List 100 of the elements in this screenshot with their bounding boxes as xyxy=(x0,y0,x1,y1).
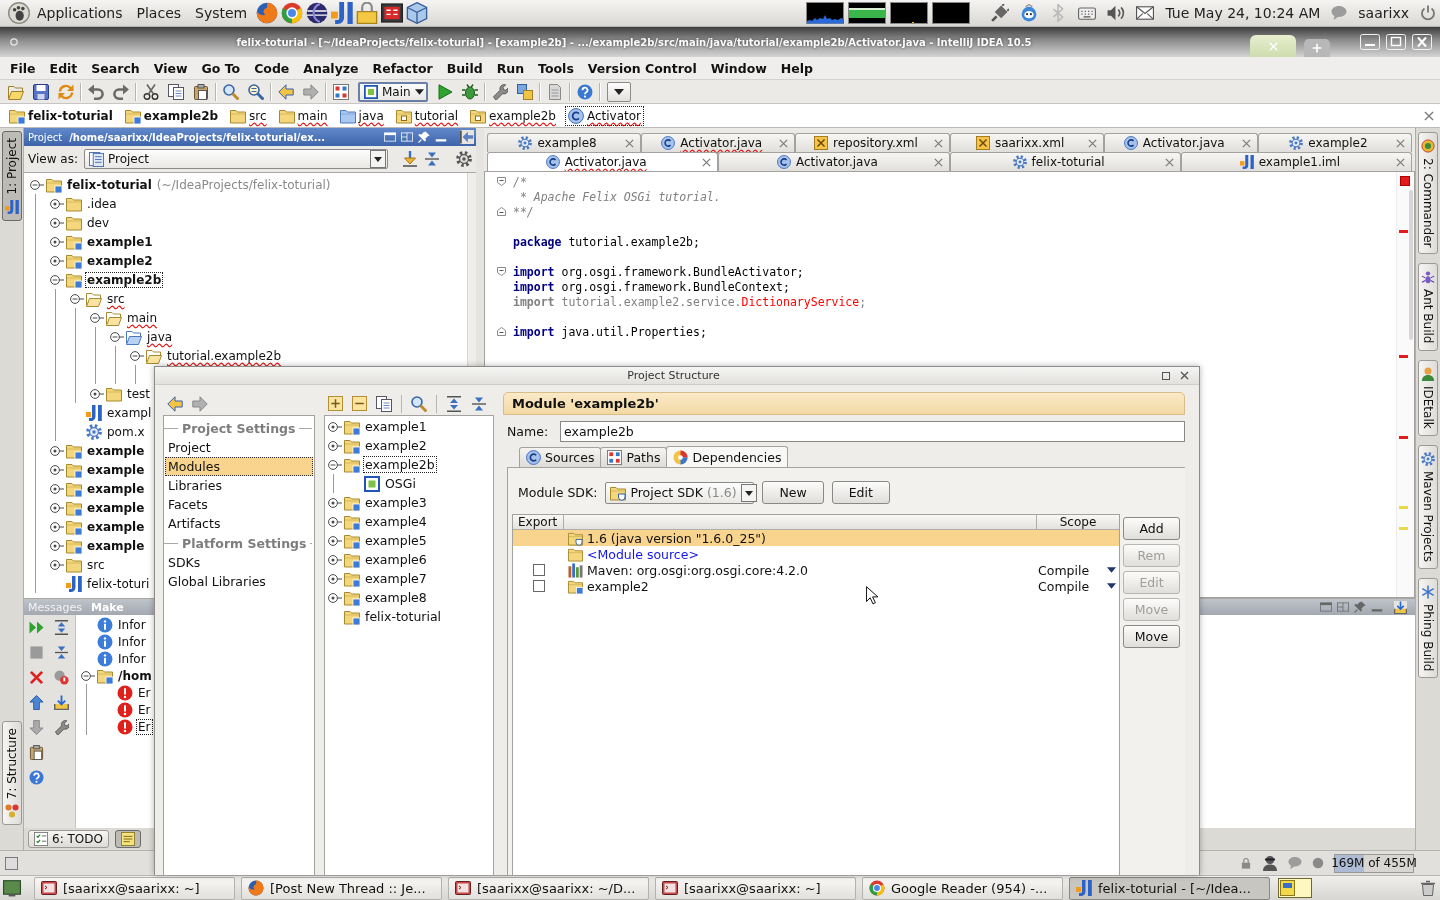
tree-item[interactable]: src xyxy=(86,557,106,572)
clipboard-icon[interactable] xyxy=(29,745,44,760)
tree-toggle-icon[interactable] xyxy=(50,255,64,266)
robot-icon[interactable] xyxy=(1020,4,1039,22)
close-icon[interactable] xyxy=(1241,138,1251,148)
tree-toggle-icon[interactable] xyxy=(50,521,64,532)
panel-menu[interactable]: System xyxy=(188,5,255,21)
tree-item[interactable]: felix-toturi xyxy=(86,576,151,591)
tree-item[interactable]: example5 xyxy=(364,533,428,548)
tree-toggle-icon[interactable] xyxy=(81,670,95,681)
tree-item[interactable]: src xyxy=(106,291,126,306)
close-icon[interactable] xyxy=(702,157,712,167)
maximize-icon[interactable] xyxy=(1162,371,1170,380)
tree-item[interactable]: example2 xyxy=(86,253,154,268)
bug-icon[interactable] xyxy=(462,83,478,100)
editor-tab[interactable]: example8 xyxy=(487,133,642,152)
breadcrumb[interactable]: java xyxy=(337,106,386,125)
undo-icon[interactable] xyxy=(88,83,104,100)
tree-toggle-icon[interactable] xyxy=(50,559,64,570)
tree-item[interactable]: example7 xyxy=(364,571,428,586)
list-item[interactable]: Project xyxy=(165,438,313,457)
tree-toggle-icon[interactable] xyxy=(328,554,342,565)
sdk-button[interactable]: New xyxy=(762,481,824,504)
square-icon[interactable] xyxy=(5,856,18,870)
tree-item[interactable]: felix-toturial xyxy=(66,177,153,192)
tree-item[interactable]: pom.x xyxy=(106,424,146,439)
menu-item[interactable]: Tools xyxy=(531,60,581,76)
taskbar-button[interactable]: felix-toturial - [~/Idea... xyxy=(1069,876,1270,900)
tree-toggle-icon[interactable] xyxy=(328,592,342,603)
tree-item[interactable]: OSGi xyxy=(384,476,417,491)
tree-item[interactable]: example4 xyxy=(364,514,428,529)
menu-item[interactable]: View xyxy=(146,60,195,76)
person-icon[interactable] xyxy=(1262,855,1278,871)
collapse-all-icon[interactable] xyxy=(54,645,69,660)
list-item[interactable]: Facets xyxy=(165,495,313,514)
tray-arrow-icon[interactable] xyxy=(54,695,69,710)
cube-icon[interactable] xyxy=(406,2,429,24)
editor-tab[interactable]: Activator.java xyxy=(1103,133,1258,152)
tree-toggle-icon[interactable] xyxy=(50,502,64,513)
collapse-all-icon[interactable] xyxy=(471,395,487,412)
tree-toggle-icon[interactable] xyxy=(50,217,64,228)
remove-icon[interactable] xyxy=(352,396,367,411)
close-icon[interactable] xyxy=(1424,110,1434,121)
close-icon[interactable] xyxy=(29,670,44,685)
trash-icon[interactable] xyxy=(1420,880,1436,896)
pin-icon[interactable] xyxy=(418,131,430,143)
message-item[interactable]: Infor xyxy=(117,634,147,649)
play-icon[interactable] xyxy=(437,83,453,100)
striped-sphere-icon[interactable] xyxy=(306,2,329,24)
document-icon[interactable] xyxy=(547,83,563,100)
j-logo-icon[interactable] xyxy=(331,2,354,24)
message-item[interactable]: Er xyxy=(137,685,152,700)
color-wheel-icon[interactable] xyxy=(281,2,304,24)
panel-menu[interactable]: Places xyxy=(129,5,189,21)
tree-item[interactable]: main xyxy=(126,310,158,325)
close-icon[interactable] xyxy=(1164,157,1174,167)
alert-badge-icon[interactable] xyxy=(54,670,69,685)
editor-tab[interactable]: Activator.java xyxy=(487,152,719,171)
tab[interactable]: Paths xyxy=(600,447,668,467)
action-button[interactable]: Move xyxy=(1123,625,1180,648)
close-icon[interactable] xyxy=(1087,138,1097,148)
clock[interactable]: Tue May 24, 10:24 AM xyxy=(1165,5,1321,21)
pin-icon[interactable] xyxy=(1354,601,1366,613)
fold-icon[interactable] xyxy=(497,327,506,336)
fold-icon[interactable] xyxy=(497,207,506,216)
tree-item[interactable]: example xyxy=(86,462,146,477)
view-as-dropdown[interactable]: Project xyxy=(83,149,388,169)
back-arrow-icon[interactable] xyxy=(278,83,294,100)
run-configuration-dropdown[interactable]: Main xyxy=(358,81,428,102)
back-arrow-icon[interactable] xyxy=(167,395,183,412)
tree-item[interactable]: example2b xyxy=(86,272,163,287)
copy-icon[interactable] xyxy=(376,395,392,412)
redo-icon[interactable] xyxy=(113,83,129,100)
checkbox[interactable] xyxy=(532,580,545,592)
tree-item[interactable]: example1 xyxy=(364,419,428,434)
foot-icon[interactable] xyxy=(8,2,30,24)
menu-item[interactable]: Search xyxy=(84,60,147,76)
menu-item[interactable]: Analyze xyxy=(296,60,366,76)
close-icon[interactable] xyxy=(1180,371,1189,380)
taskbar-button[interactable]: [saarixx@saarixx: ~] xyxy=(34,876,235,900)
menu-item[interactable]: File xyxy=(3,60,43,76)
message-item[interactable]: /hom xyxy=(117,668,153,683)
message-item[interactable]: Infor xyxy=(117,651,147,666)
tree-toggle-icon[interactable] xyxy=(328,573,342,584)
message-item[interactable]: Er xyxy=(137,719,152,734)
double-play-icon[interactable] xyxy=(29,620,44,635)
expand-all-icon[interactable] xyxy=(54,620,69,635)
taskbar-button[interactable]: Google Reader (954) -... xyxy=(862,876,1063,900)
panel-menu[interactable]: Applications xyxy=(30,5,130,21)
expand-all-icon[interactable] xyxy=(446,395,462,412)
system-monitor-graph[interactable] xyxy=(806,2,845,24)
close-icon[interactable] xyxy=(779,138,789,148)
table-row[interactable]: Maven: org.osgi:org.osgi.core:4.2.0 Compile xyxy=(513,562,1119,578)
fold-icon[interactable] xyxy=(497,177,506,186)
close-icon[interactable] xyxy=(933,157,943,167)
tool-window-button[interactable]: Phing Build xyxy=(1418,577,1438,678)
save-icon[interactable] xyxy=(33,83,49,100)
help-icon[interactable] xyxy=(29,770,44,785)
tree-item[interactable]: tutorial.example2b xyxy=(166,348,283,363)
magnifier-icon[interactable] xyxy=(248,83,264,100)
